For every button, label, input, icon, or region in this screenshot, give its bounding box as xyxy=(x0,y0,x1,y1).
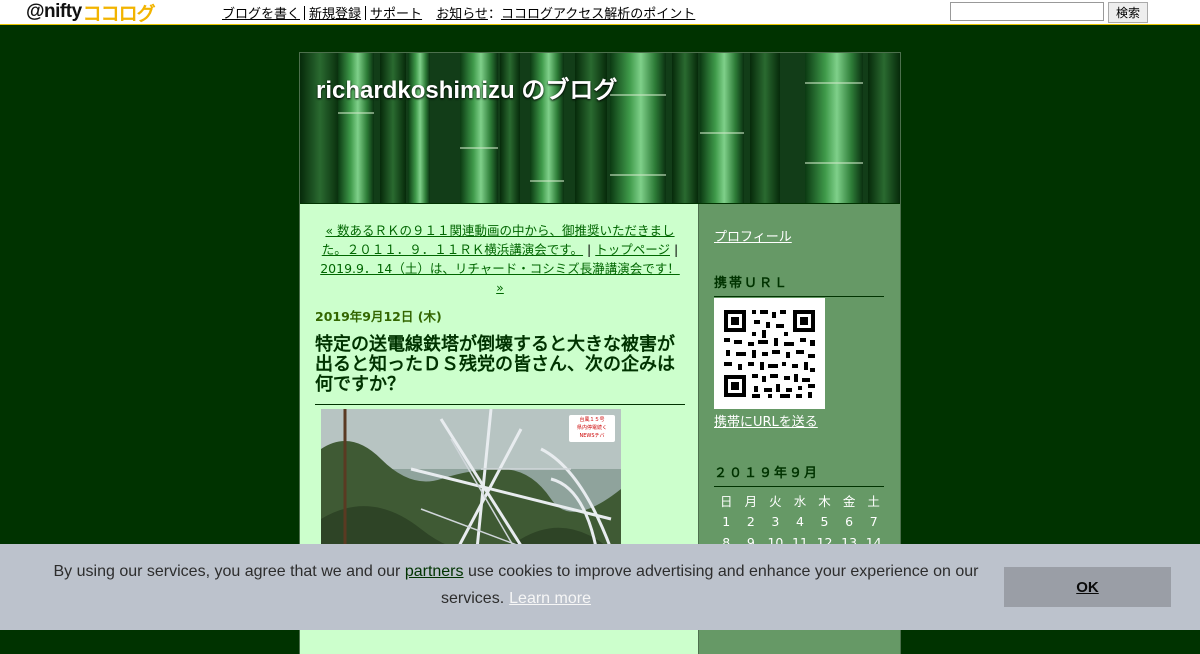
badge-line: 台風１５号 xyxy=(579,417,605,423)
signup-link[interactable]: 新規登録 xyxy=(309,7,361,22)
post-navigation: « 数あるＲＫの９１１関連動画の中から、御推奨いただきました。２０１１．９．１１… xyxy=(315,221,685,297)
calendar-heading: ２０１９年９月 xyxy=(714,462,884,487)
cookie-text-before: By using our services, you agree that we… xyxy=(53,563,405,580)
support-link[interactable]: サポート xyxy=(370,7,422,22)
cookie-ok-button[interactable]: OK xyxy=(1004,567,1171,607)
calendar-day: 4 xyxy=(795,514,804,529)
qr-code-image xyxy=(714,298,825,409)
post-title: 特定の送電線鉄塔が倒壊すると大きな被害が出ると知ったＤＳ残党の皆さん、次の企みは… xyxy=(315,334,685,405)
write-blog-link[interactable]: ブログを書く xyxy=(222,7,300,22)
notice-link[interactable]: お知らせ xyxy=(436,7,488,22)
blog-title[interactable]: richardkoshimizu のブログ xyxy=(316,70,617,105)
mobile-url-heading: 携帯ＵＲＬ xyxy=(714,272,884,297)
search-button[interactable]: 検索 xyxy=(1108,2,1148,23)
calendar-day: 3 xyxy=(771,514,780,529)
post-date: 2019年9月12日 (木) xyxy=(315,309,442,324)
nifty-cocolog-logo[interactable]: @nifty ココログ xyxy=(26,1,156,25)
nav-divider: | xyxy=(587,242,592,257)
top-page-link[interactable]: トップページ xyxy=(595,242,670,257)
send-url-to-mobile-link[interactable]: 携帯にURLを送る xyxy=(714,411,818,430)
news-badge: 台風１５号 県内停電続く NEWSチバ xyxy=(569,415,615,442)
next-post-link[interactable]: 2019.9．14（土）は、リチャード・コシミズ長瀞講演会です！ » xyxy=(320,261,680,295)
qr-code xyxy=(714,298,825,409)
nav-divider: | xyxy=(673,242,679,257)
weekday-cell: 火 xyxy=(769,494,782,509)
learn-more-link[interactable]: Learn more xyxy=(509,590,591,607)
weekday-cell: 日 xyxy=(720,494,733,509)
nav-divider xyxy=(304,6,306,20)
top-search: 検索 xyxy=(950,2,1148,23)
blog-banner: richardkoshimizu のブログ xyxy=(300,53,900,203)
search-input[interactable] xyxy=(950,2,1104,21)
access-analysis-link[interactable]: ココログアクセス解析のポイント xyxy=(501,7,695,22)
cookie-consent-banner: By using our services, you agree that we… xyxy=(0,544,1200,630)
weekday-cell: 木 xyxy=(818,494,831,509)
nifty-topbar: @nifty ココログ ブログを書く 新規登録 サポート お知らせ：ココログアクセス… xyxy=(0,0,1200,25)
weekday-cell: 水 xyxy=(793,494,807,509)
logo-cocolog-text: ココログ xyxy=(82,3,156,25)
calendar-weekday-row: 日 月 火 水 木 金 土 xyxy=(714,490,886,511)
calendar-day: 5 xyxy=(820,514,829,529)
profile-link[interactable]: プロフィール xyxy=(714,226,792,245)
weekday-cell: 金 xyxy=(842,494,856,509)
badge-line: 県内停電続く xyxy=(576,425,607,431)
badge-line: NEWSチバ xyxy=(579,433,605,439)
nav-divider xyxy=(365,6,367,20)
calendar-day: 6 xyxy=(845,514,854,529)
calendar-day: 7 xyxy=(869,514,878,529)
partners-link[interactable]: partners xyxy=(405,563,464,580)
weekday-cell: 月 xyxy=(744,494,758,509)
logo-nifty-text: @nifty xyxy=(26,1,82,22)
cookie-message: By using our services, you agree that we… xyxy=(40,558,992,612)
top-navigation: ブログを書く 新規登録 サポート お知らせ：ココログアクセス解析のポイント xyxy=(222,3,695,22)
calendar-day: 1 xyxy=(722,514,731,529)
weekday-cell: 土 xyxy=(867,494,880,509)
notice-separator: ： xyxy=(487,7,501,22)
calendar-day: 2 xyxy=(746,514,755,529)
calendar-week-row: 1 2 3 4 5 6 7 xyxy=(714,511,886,532)
